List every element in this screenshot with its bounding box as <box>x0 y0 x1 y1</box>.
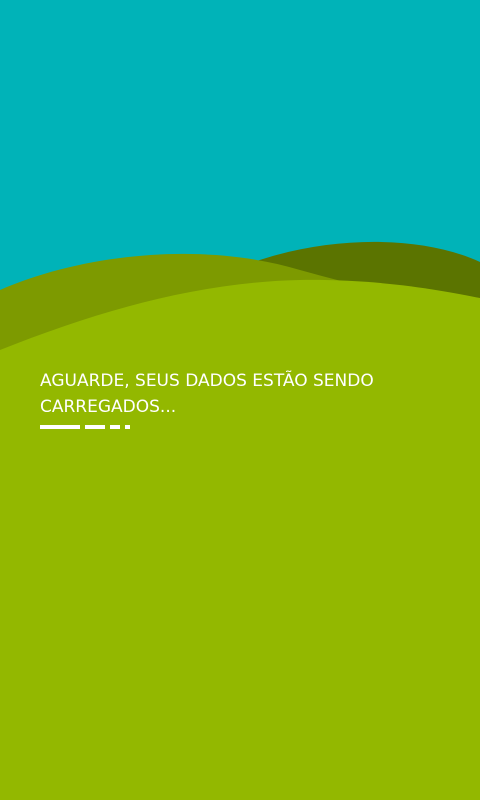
dashed-progress-icon <box>40 425 440 430</box>
loading-block: AGUARDE, SEUS DADOS ESTÃO SENDO CARREGAD… <box>40 368 440 430</box>
splash-screen: AGUARDE, SEUS DADOS ESTÃO SENDO CARREGAD… <box>0 0 480 800</box>
progress-dash-3 <box>110 425 120 429</box>
progress-dash-1 <box>40 425 80 429</box>
front-ground <box>0 279 480 800</box>
progress-dash-2 <box>85 425 105 429</box>
progress-dash-4 <box>125 425 130 429</box>
loading-message: AGUARDE, SEUS DADOS ESTÃO SENDO CARREGAD… <box>40 371 374 417</box>
